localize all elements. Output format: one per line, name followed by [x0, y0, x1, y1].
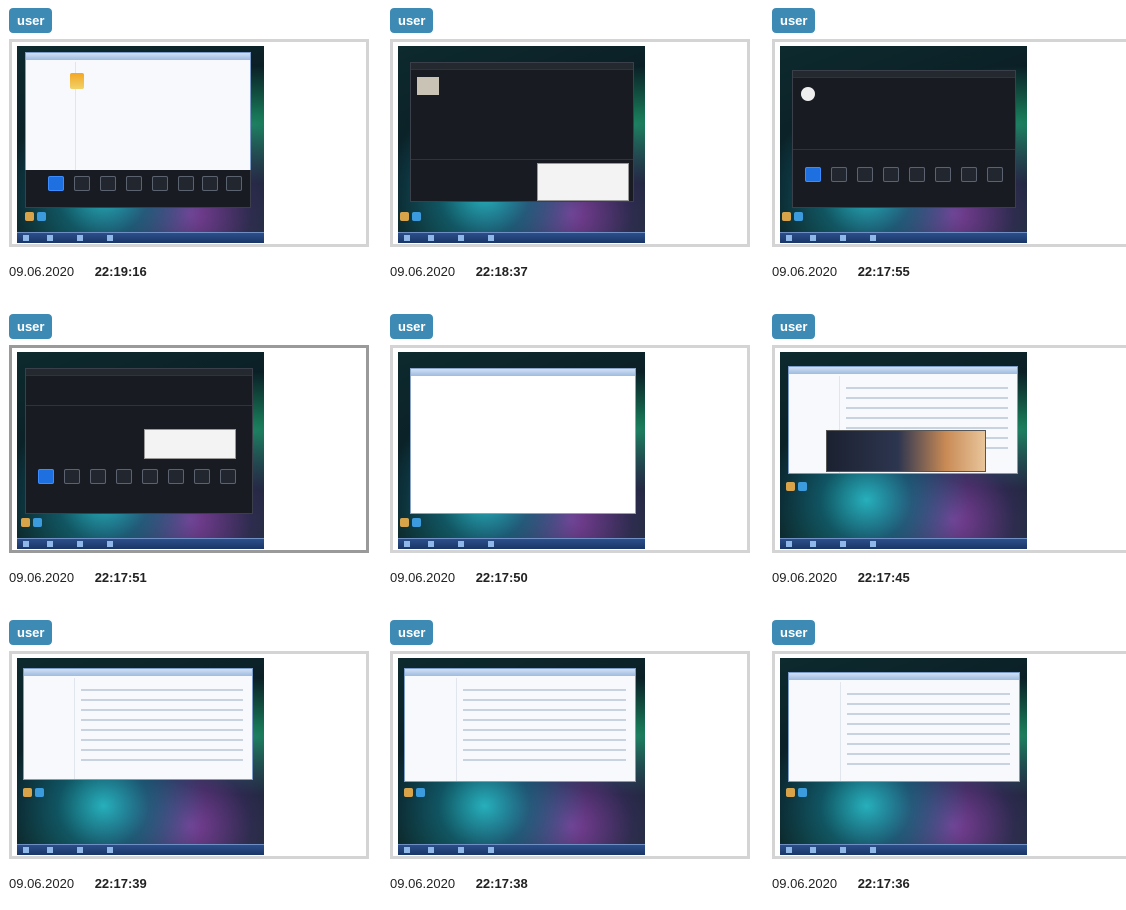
user-badge[interactable]: user: [390, 620, 434, 645]
capture-timestamp: 09.06.2020 22:18:37: [390, 264, 528, 279]
capture-date: 09.06.2020: [772, 570, 838, 585]
user-badge[interactable]: user: [772, 314, 816, 339]
capture-timestamp: 09.06.2020 22:17:36: [772, 876, 910, 891]
capture-timestamp: 09.06.2020 22:17:39: [9, 876, 147, 891]
user-badge[interactable]: user: [772, 8, 816, 33]
screenshot-card: user 09.06.2020 22:17:39: [9, 620, 369, 910]
capture-time: 22:17:39: [94, 876, 147, 891]
capture-date: 09.06.2020: [772, 264, 838, 279]
screenshot-thumbnail[interactable]: [772, 39, 1126, 247]
screenshot-thumbnail[interactable]: [9, 345, 369, 553]
capture-timestamp: 09.06.2020 22:17:51: [9, 570, 147, 585]
screenshot-thumbnail[interactable]: [772, 345, 1126, 553]
capture-time: 22:17:45: [857, 570, 910, 585]
screenshot-card: user 09.06.2020 22:17:50: [390, 314, 750, 604]
user-badge[interactable]: user: [772, 620, 816, 645]
user-badge[interactable]: user: [390, 314, 434, 339]
desktop-preview: [17, 352, 264, 549]
capture-time: 22:17:38: [475, 876, 528, 891]
desktop-preview: [398, 46, 645, 243]
screenshot-thumbnail[interactable]: [9, 39, 369, 247]
user-badge[interactable]: user: [9, 8, 53, 33]
capture-timestamp: 09.06.2020 22:17:50: [390, 570, 528, 585]
screenshot-thumbnail[interactable]: [9, 651, 369, 859]
screenshot-thumbnail[interactable]: [390, 651, 750, 859]
screenshot-card: user 09.06.2020 22:17:38: [390, 620, 750, 910]
capture-time: 22:17:55: [857, 264, 910, 279]
desktop-preview: [17, 46, 264, 243]
capture-time: 22:17:36: [857, 876, 910, 891]
capture-date: 09.06.2020: [772, 876, 838, 891]
screenshot-card: user 09.06.2020 22:18:37: [390, 8, 750, 298]
user-badge[interactable]: user: [9, 314, 53, 339]
capture-time: 22:17:51: [94, 570, 147, 585]
user-badge[interactable]: user: [9, 620, 53, 645]
capture-timestamp: 09.06.2020 22:17:45: [772, 570, 910, 585]
capture-date: 09.06.2020: [9, 876, 75, 891]
screenshot-card: user 09.06.2020 22:17:55: [772, 8, 1126, 298]
desktop-preview: [398, 352, 645, 549]
capture-date: 09.06.2020: [390, 876, 456, 891]
screenshot-card: user 09.06.2020 22:17:45: [772, 314, 1126, 604]
capture-timestamp: 09.06.2020 22:17:38: [390, 876, 528, 891]
desktop-preview: [780, 658, 1027, 855]
screenshot-card: user 09.06.2020 22:17:51: [9, 314, 369, 604]
capture-time: 22:18:37: [475, 264, 528, 279]
capture-date: 09.06.2020: [390, 264, 456, 279]
desktop-preview: [398, 658, 645, 855]
screenshot-card: user 09.06.2020 22:17:36: [772, 620, 1126, 910]
screenshot-thumbnail[interactable]: [772, 651, 1126, 859]
capture-date: 09.06.2020: [390, 570, 456, 585]
desktop-preview: [17, 658, 264, 855]
screenshot-thumbnail[interactable]: [390, 345, 750, 553]
capture-date: 09.06.2020: [9, 570, 75, 585]
desktop-preview: [780, 352, 1027, 549]
capture-time: 22:17:50: [475, 570, 528, 585]
capture-time: 22:19:16: [94, 264, 147, 279]
screenshot-card: user 09.06.2020 22:19:16: [9, 8, 369, 298]
capture-date: 09.06.2020: [9, 264, 75, 279]
capture-timestamp: 09.06.2020 22:17:55: [772, 264, 910, 279]
screenshot-thumbnail[interactable]: [390, 39, 750, 247]
user-badge[interactable]: user: [390, 8, 434, 33]
capture-timestamp: 09.06.2020 22:19:16: [9, 264, 147, 279]
desktop-preview: [780, 46, 1027, 243]
